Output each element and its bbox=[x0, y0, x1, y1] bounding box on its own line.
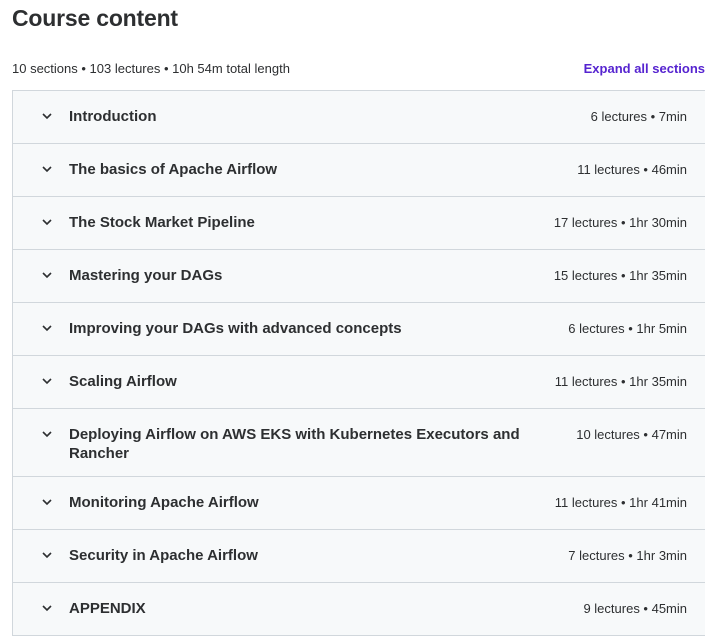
chevron-down-icon bbox=[41, 375, 53, 387]
section-item[interactable]: Improving your DAGs with advanced concep… bbox=[13, 303, 705, 356]
section-title: Scaling Airflow bbox=[69, 373, 177, 390]
section-meta: 9 lectures • 45min bbox=[583, 601, 687, 616]
section-title: APPENDIX bbox=[69, 600, 146, 617]
section-title: Introduction bbox=[69, 108, 157, 125]
section-meta: 10 lectures • 47min bbox=[576, 427, 687, 442]
section-item[interactable]: Monitoring Apache Airflow 11 lectures • … bbox=[13, 477, 705, 530]
section-item[interactable]: Scaling Airflow 11 lectures • 1hr 35min bbox=[13, 356, 705, 409]
section-list: Introduction 6 lectures • 7min The basic… bbox=[12, 90, 705, 636]
section-meta: 6 lectures • 1hr 5min bbox=[568, 321, 687, 336]
section-item[interactable]: Deploying Airflow on AWS EKS with Kubern… bbox=[13, 409, 705, 477]
section-meta: 7 lectures • 1hr 3min bbox=[568, 548, 687, 563]
section-title: Monitoring Apache Airflow bbox=[69, 494, 259, 511]
course-content-panel: Course content 10 sections • 103 lecture… bbox=[0, 0, 705, 639]
course-summary-row: 10 sections • 103 lectures • 10h 54m tot… bbox=[12, 61, 705, 79]
chevron-down-icon bbox=[41, 322, 53, 334]
section-meta: 17 lectures • 1hr 30min bbox=[553, 215, 687, 230]
section-meta: 15 lectures • 1hr 35min bbox=[553, 268, 687, 283]
section-title: The Stock Market Pipeline bbox=[69, 214, 255, 231]
section-meta: 11 lectures • 46min bbox=[577, 162, 687, 177]
chevron-down-icon bbox=[41, 163, 53, 175]
section-title: The basics of Apache Airflow bbox=[69, 161, 278, 178]
section-item[interactable]: The basics of Apache Airflow 11 lectures… bbox=[13, 144, 705, 197]
section-item[interactable]: Introduction 6 lectures • 7min bbox=[13, 91, 705, 144]
section-meta: 11 lectures • 1hr 35min bbox=[554, 374, 687, 389]
section-item[interactable]: The Stock Market Pipeline 17 lectures • … bbox=[13, 197, 705, 250]
section-title: Mastering your DAGs bbox=[69, 267, 223, 284]
chevron-down-icon bbox=[41, 602, 53, 614]
chevron-down-icon bbox=[41, 496, 53, 508]
chevron-down-icon bbox=[41, 428, 53, 440]
chevron-down-icon bbox=[41, 269, 53, 281]
section-item[interactable]: Mastering your DAGs 15 lectures • 1hr 35… bbox=[13, 250, 705, 303]
section-title: Security in Apache Airflow bbox=[69, 547, 258, 564]
section-title: Improving your DAGs with advanced concep… bbox=[69, 320, 402, 337]
section-item[interactable]: APPENDIX 9 lectures • 45min bbox=[13, 583, 705, 636]
section-item[interactable]: Security in Apache Airflow 7 lectures • … bbox=[13, 530, 705, 583]
chevron-down-icon bbox=[41, 110, 53, 122]
chevron-down-icon bbox=[41, 549, 53, 561]
expand-all-sections-button[interactable]: Expand all sections bbox=[584, 61, 705, 76]
course-summary: 10 sections • 103 lectures • 10h 54m tot… bbox=[12, 61, 290, 76]
section-meta: 11 lectures • 1hr 41min bbox=[554, 495, 687, 510]
section-title: Deploying Airflow on AWS EKS with Kubern… bbox=[69, 426, 520, 462]
page-title: Course content bbox=[12, 5, 178, 31]
chevron-down-icon bbox=[41, 216, 53, 228]
section-meta: 6 lectures • 7min bbox=[590, 109, 687, 124]
